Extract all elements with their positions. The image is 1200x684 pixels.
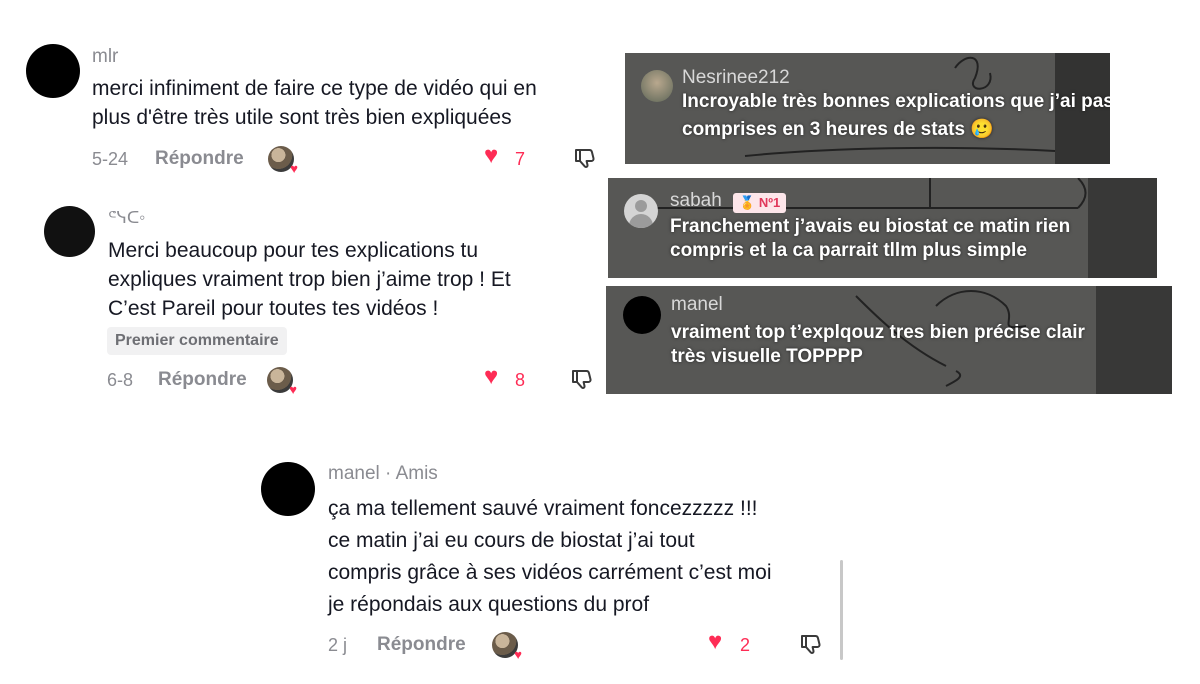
comment-username[interactable]: ᕪᓭᑕ◦ bbox=[108, 208, 145, 228]
overlay-avatar bbox=[623, 296, 661, 334]
like-count: 2 bbox=[740, 635, 751, 655]
comment-text: merci infiniment de faire ce type de vid… bbox=[92, 74, 612, 132]
scrollbar[interactable] bbox=[840, 560, 843, 660]
creator-liked-avatar-icon: ♥ bbox=[492, 632, 522, 661]
overlay-username: Nesrinee212 bbox=[682, 67, 790, 88]
reply-button[interactable]: Répondre bbox=[155, 148, 244, 170]
overlay-text-line: compris et la ca parrait tllm plus simpl… bbox=[670, 240, 1027, 261]
overlay-text-line: vraiment top t’explqouz tres bien précis… bbox=[671, 322, 1085, 343]
comment-date: 2 j bbox=[328, 635, 348, 655]
thumbs-down-icon[interactable] bbox=[799, 632, 823, 656]
comment-text-line: ça ma tellement sauvé vraiment foncezzzz… bbox=[328, 497, 758, 520]
comment-text-line: plus d'être très utile sont très bien ex… bbox=[92, 106, 512, 129]
overlay-text-line: très visuelle TOPPPP bbox=[671, 346, 863, 367]
comment-text-line: ce matin j’ai eu cours de biostat j’ai t… bbox=[328, 529, 695, 552]
comment-text-line: merci infiniment de faire ce type de vid… bbox=[92, 77, 537, 100]
like-button[interactable]: ♥ bbox=[484, 144, 498, 168]
thumbs-down-icon[interactable] bbox=[570, 367, 594, 391]
creator-liked-avatar-icon: ♥ bbox=[268, 146, 298, 175]
heart-icon: ♥ bbox=[514, 647, 522, 662]
creator-liked-avatar-icon: ♥ bbox=[267, 367, 297, 396]
comment-text-line: C’est Pareil pour toutes tes vidéos ! bbox=[108, 297, 439, 320]
avatar[interactable] bbox=[261, 462, 315, 516]
video-comment-overlay: Nesrinee212 Incroyable très bonnes expli… bbox=[625, 53, 1110, 164]
comment-text-line: Merci beaucoup pour tes explications tu bbox=[108, 239, 479, 262]
reply-button[interactable]: Répondre bbox=[158, 369, 247, 391]
video-comment-overlay: sabah 🏅 Nº1 Franchement j’avais eu biost… bbox=[608, 178, 1157, 278]
comment-username[interactable]: mlr bbox=[92, 46, 118, 68]
heart-icon: ♥ bbox=[290, 161, 298, 176]
overlay-username: sabah bbox=[670, 190, 722, 211]
comment-text: Merci beaucoup pour tes explications tu … bbox=[108, 236, 588, 323]
overlay-text-line: Franchement j’avais eu biostat ce matin … bbox=[670, 216, 1071, 237]
comment-username[interactable]: manel · Amis bbox=[328, 463, 438, 485]
rank-badge-label: Nº1 bbox=[758, 195, 781, 210]
overlay-avatar bbox=[624, 194, 658, 228]
comment-username-name: manel bbox=[328, 463, 380, 484]
avatar[interactable] bbox=[26, 44, 80, 98]
overlay-text-line: comprises en 3 heures de stats 🥲 bbox=[682, 119, 994, 140]
thumbs-down-icon[interactable] bbox=[573, 146, 597, 170]
overlay-avatar bbox=[641, 70, 673, 102]
rank-badge: 🏅 Nº1 bbox=[733, 193, 787, 213]
overlay-username: manel bbox=[671, 294, 723, 315]
comment-text-line: je répondais aux questions du prof bbox=[328, 593, 650, 616]
comment-date: 5-24 bbox=[92, 149, 129, 169]
friend-tag: · Amis bbox=[385, 463, 438, 484]
like-count: 7 bbox=[515, 149, 526, 169]
first-comment-badge: Premier commentaire bbox=[107, 327, 287, 355]
avatar[interactable] bbox=[44, 206, 95, 257]
reply-button[interactable]: Répondre bbox=[377, 634, 466, 656]
overlay-text-line: Incroyable très bonnes explications que … bbox=[682, 91, 1110, 112]
comment-text: ça ma tellement sauvé vraiment foncezzzz… bbox=[328, 493, 848, 621]
medal-icon: 🏅 bbox=[739, 195, 756, 210]
like-count: 8 bbox=[515, 370, 526, 390]
video-comment-overlay: manel vraiment top t’explqouz tres bien … bbox=[606, 286, 1172, 394]
comment-text-line: expliques vraiment trop bien j’aime trop… bbox=[108, 268, 511, 291]
comment-text-line: compris grâce à ses vidéos carrément c’e… bbox=[328, 561, 772, 584]
comment-date: 6-8 bbox=[107, 370, 134, 390]
like-button[interactable]: ♥ bbox=[484, 365, 498, 389]
heart-icon: ♥ bbox=[289, 382, 297, 397]
like-button[interactable]: ♥ bbox=[708, 630, 722, 654]
